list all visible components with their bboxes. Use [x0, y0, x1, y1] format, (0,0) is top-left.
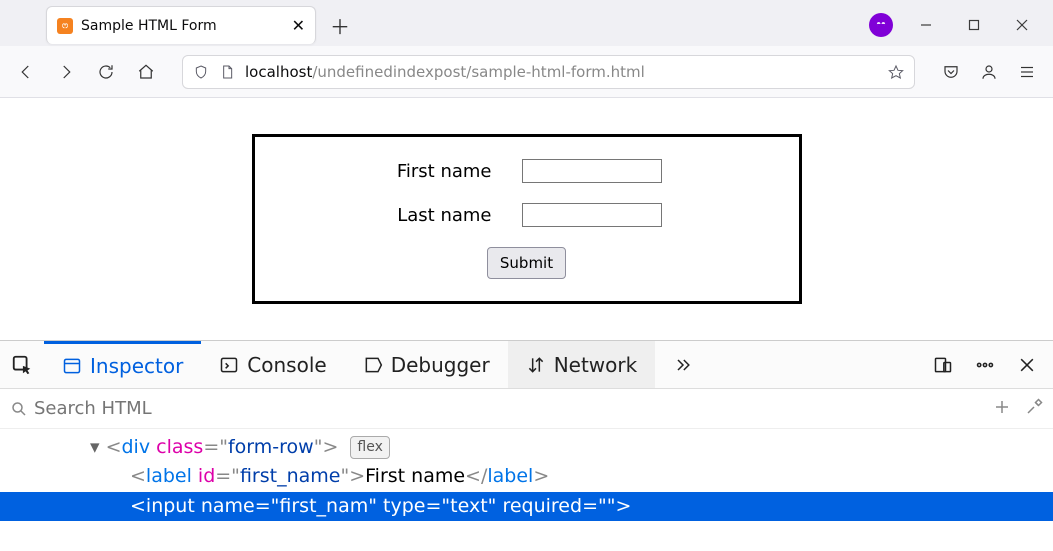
tab-network[interactable]: Network	[508, 341, 656, 388]
close-tab-button[interactable]: ✕	[292, 16, 305, 35]
markup-line-label[interactable]: <label id="first_name">First name</label…	[0, 462, 1053, 491]
browser-toolbar: localhost/undefinedindexpost/sample-html…	[0, 46, 1053, 98]
form-row-last-name: Last name	[285, 203, 769, 227]
window-close-button[interactable]	[1007, 10, 1037, 40]
account-icon[interactable]	[977, 60, 1001, 84]
tab-debugger[interactable]: Debugger	[345, 341, 508, 388]
search-html-input[interactable]	[34, 398, 987, 419]
url-bar[interactable]: localhost/undefinedindexpost/sample-html…	[182, 55, 915, 89]
last-name-input[interactable]	[522, 203, 662, 227]
devtools-close-button[interactable]	[1013, 351, 1041, 379]
responsive-design-button[interactable]	[929, 351, 957, 379]
devtools-tabstrip: Inspector Console Debugger Network	[0, 341, 1053, 389]
window-maximize-button[interactable]	[959, 10, 989, 40]
home-button[interactable]	[134, 60, 158, 84]
search-icon	[10, 400, 28, 418]
page-icon	[219, 64, 235, 80]
pocket-icon[interactable]	[939, 60, 963, 84]
extension-mask-icon[interactable]	[869, 13, 893, 37]
first-name-label: First name	[392, 161, 492, 182]
devtools-search-row	[0, 389, 1053, 429]
window-minimize-button[interactable]	[911, 10, 941, 40]
xampp-icon: ෆ	[57, 18, 73, 34]
tab-title: Sample HTML Form	[81, 18, 284, 34]
browser-titlebar: ෆ Sample HTML Form ✕ ＋	[0, 0, 1053, 46]
form-row-first-name: First name	[285, 159, 769, 183]
tab-inspector[interactable]: Inspector	[44, 341, 201, 388]
last-name-label: Last name	[392, 205, 492, 226]
devtools-markup-view[interactable]: ▾ <div class="form-row"> flex <label id=…	[0, 429, 1053, 525]
browser-tab[interactable]: ෆ Sample HTML Form ✕	[46, 6, 316, 44]
add-node-button[interactable]	[993, 398, 1011, 420]
app-menu-button[interactable]	[1015, 60, 1039, 84]
shield-icon	[193, 64, 209, 80]
page-content: First name Last name Submit	[0, 98, 1053, 340]
new-tab-button[interactable]: ＋	[326, 11, 354, 39]
flex-badge[interactable]: flex	[350, 436, 389, 460]
reload-button[interactable]	[94, 60, 118, 84]
element-picker-button[interactable]	[0, 354, 44, 376]
submit-button[interactable]: Submit	[487, 247, 566, 279]
devtools-overflow-button[interactable]	[655, 341, 711, 388]
url-text: localhost/undefinedindexpost/sample-html…	[245, 63, 645, 81]
devtools-panel: Inspector Console Debugger Network	[0, 340, 1053, 525]
markup-line-div[interactable]: ▾ <div class="form-row"> flex	[0, 433, 1053, 462]
bookmark-star-icon[interactable]	[888, 64, 904, 80]
markup-line-input-selected[interactable]: <input name="first_nam" type="text" requ…	[0, 492, 1053, 521]
sample-form: First name Last name Submit	[252, 134, 802, 304]
tab-console[interactable]: Console	[201, 341, 344, 388]
devtools-kebab-button[interactable]	[971, 351, 999, 379]
eyedropper-button[interactable]	[1025, 398, 1043, 420]
back-button[interactable]	[14, 60, 38, 84]
forward-button[interactable]	[54, 60, 78, 84]
first-name-input[interactable]	[522, 159, 662, 183]
